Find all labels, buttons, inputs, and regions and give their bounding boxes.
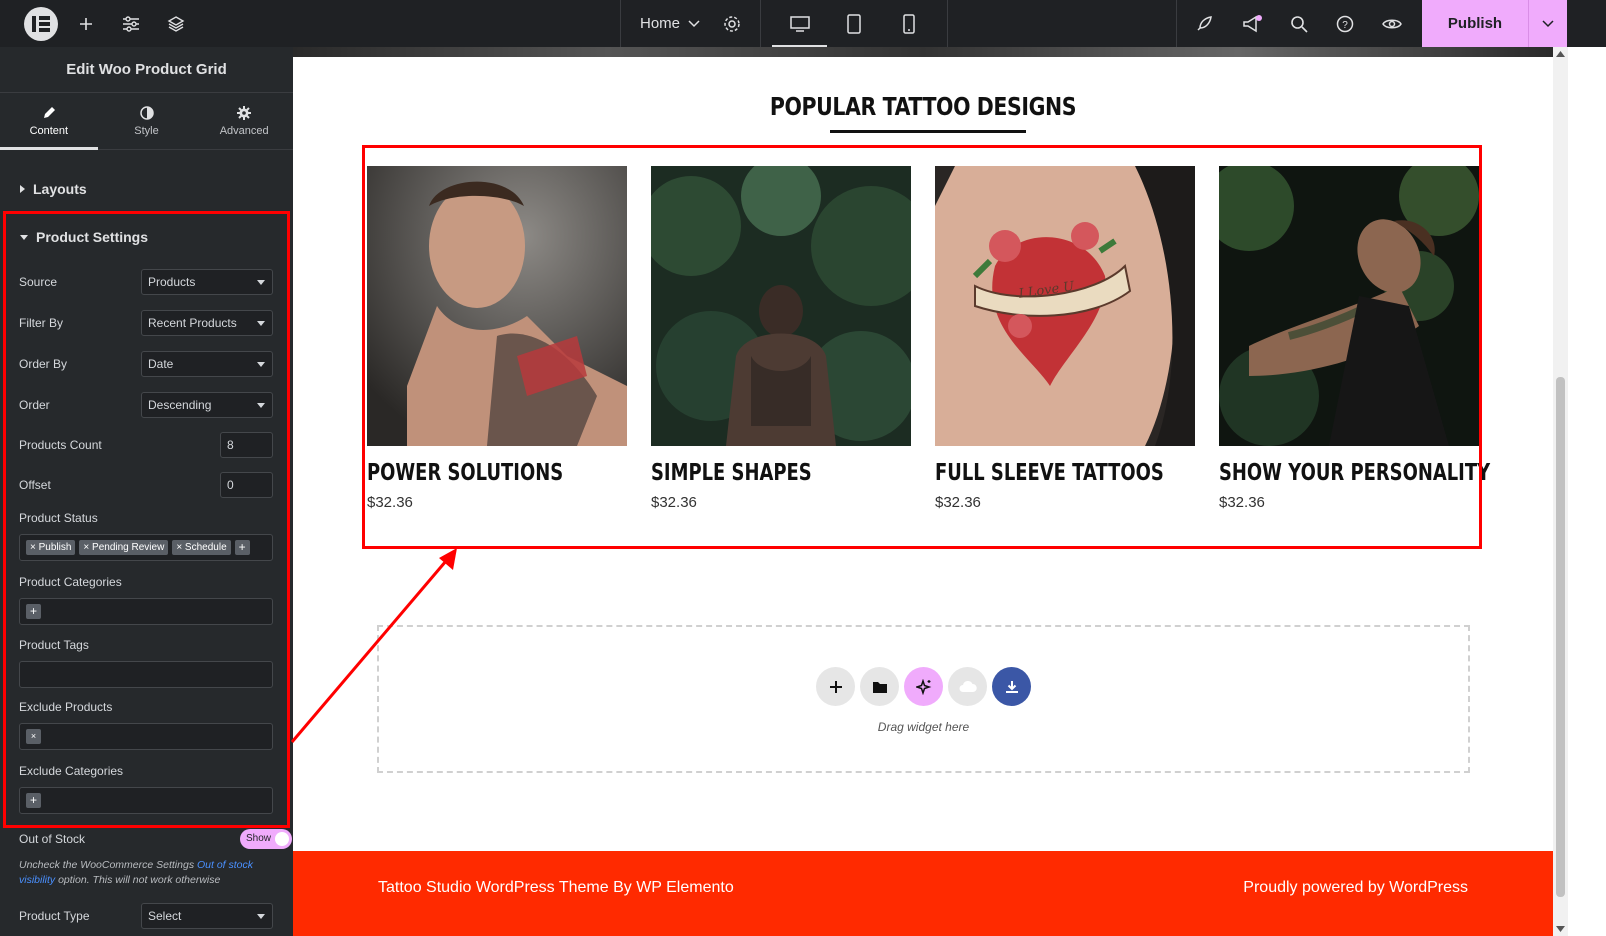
note-text-post: option. This will not work otherwise bbox=[55, 874, 221, 886]
publish-button[interactable]: Publish bbox=[1422, 0, 1528, 47]
help-icon[interactable]: ? bbox=[1331, 0, 1359, 47]
product-type-select[interactable]: Select bbox=[141, 903, 273, 929]
product-type-label: Product Type bbox=[19, 909, 90, 923]
chevron-down-icon bbox=[1542, 19, 1554, 27]
plus-icon bbox=[829, 680, 842, 693]
footer-credit-right[interactable]: Proudly powered by WordPress bbox=[1243, 879, 1468, 897]
out-of-stock-note: Uncheck the WooCommerce Settings Out of … bbox=[19, 858, 273, 888]
tab-style-label: Style bbox=[134, 124, 159, 137]
right-gutter bbox=[1568, 47, 1606, 936]
canvas-scrollbar[interactable] bbox=[1553, 47, 1568, 936]
note-text-pre: Uncheck the WooCommerce Settings bbox=[19, 859, 197, 871]
empty-section-drop-zone[interactable]: Drag widget here bbox=[377, 625, 1470, 773]
publish-options-button[interactable] bbox=[1528, 0, 1567, 47]
megaphone-icon[interactable] bbox=[1238, 0, 1266, 47]
out-of-stock-label: Out of Stock bbox=[19, 832, 86, 846]
annotation-highlight-grid bbox=[362, 145, 1482, 549]
caret-right-icon bbox=[20, 185, 25, 193]
layouts-label: Layouts bbox=[33, 181, 87, 197]
add-section-button[interactable] bbox=[816, 667, 855, 706]
out-of-stock-control: Out of Stock Show bbox=[19, 829, 292, 851]
tab-style[interactable]: Style bbox=[98, 93, 196, 149]
tab-advanced[interactable]: Advanced bbox=[195, 93, 293, 149]
page-selector[interactable]: Home bbox=[630, 0, 710, 47]
page-name: Home bbox=[639, 15, 680, 32]
rocket-icon[interactable] bbox=[1190, 0, 1218, 47]
active-tab-indicator bbox=[0, 147, 98, 150]
scrollbar-thumb[interactable] bbox=[1556, 377, 1565, 897]
scroll-up-arrow-icon[interactable] bbox=[1556, 51, 1565, 57]
add-template-button[interactable] bbox=[860, 667, 899, 706]
section-title[interactable]: POPULAR TATTOO DESIGNS bbox=[406, 92, 1439, 121]
chevron-down-icon bbox=[688, 19, 700, 27]
svg-text:?: ? bbox=[1342, 20, 1348, 31]
download-icon bbox=[1005, 680, 1018, 693]
settings-sliders-icon[interactable] bbox=[117, 0, 145, 47]
tablet-icon[interactable] bbox=[836, 0, 872, 47]
layers-icon[interactable] bbox=[162, 0, 190, 47]
tab-content[interactable]: Content bbox=[0, 93, 98, 149]
eye-icon[interactable] bbox=[1378, 0, 1406, 47]
sparkle-icon bbox=[915, 678, 931, 695]
folder-icon bbox=[872, 681, 887, 693]
mobile-icon[interactable] bbox=[891, 0, 927, 47]
panel-title: Edit Woo Product Grid bbox=[0, 47, 293, 93]
drop-zone-hint: Drag widget here bbox=[877, 720, 970, 734]
desktop-icon[interactable] bbox=[772, 0, 827, 47]
cloud-icon bbox=[959, 680, 977, 692]
drop-zone-buttons bbox=[816, 667, 1031, 706]
half-circle-icon bbox=[139, 105, 154, 120]
tab-content-label: Content bbox=[29, 124, 69, 137]
gear-icon bbox=[237, 105, 252, 120]
page-settings-gear-icon[interactable] bbox=[718, 0, 746, 47]
panel-tabs: Content Style Advanced bbox=[0, 93, 293, 150]
footer-credit-left[interactable]: Tattoo Studio WordPress Theme By WP Elem… bbox=[378, 879, 734, 897]
annotation-highlight-settings bbox=[3, 211, 290, 828]
pencil-icon bbox=[43, 106, 55, 118]
import-button[interactable] bbox=[992, 667, 1031, 706]
out-of-stock-toggle[interactable]: Show bbox=[240, 829, 292, 849]
page-canvas: POPULAR TATTOO DESIGNS POWER SOLUTIONS $… bbox=[293, 47, 1553, 936]
scroll-down-arrow-icon[interactable] bbox=[1556, 926, 1565, 932]
top-bar: Home ? Publish bbox=[0, 0, 1606, 47]
search-icon[interactable] bbox=[1285, 0, 1313, 47]
cloud-templates-button[interactable] bbox=[948, 667, 987, 706]
ai-generate-button[interactable] bbox=[904, 667, 943, 706]
site-footer: Tattoo Studio WordPress Theme By WP Elem… bbox=[293, 851, 1553, 936]
hero-image-edge bbox=[293, 47, 1553, 57]
layouts-section-header[interactable]: Layouts bbox=[0, 177, 87, 201]
add-icon[interactable] bbox=[72, 0, 100, 47]
title-underline bbox=[830, 130, 1026, 133]
elementor-logo-icon[interactable] bbox=[24, 7, 58, 41]
tab-advanced-label: Advanced bbox=[219, 124, 269, 137]
